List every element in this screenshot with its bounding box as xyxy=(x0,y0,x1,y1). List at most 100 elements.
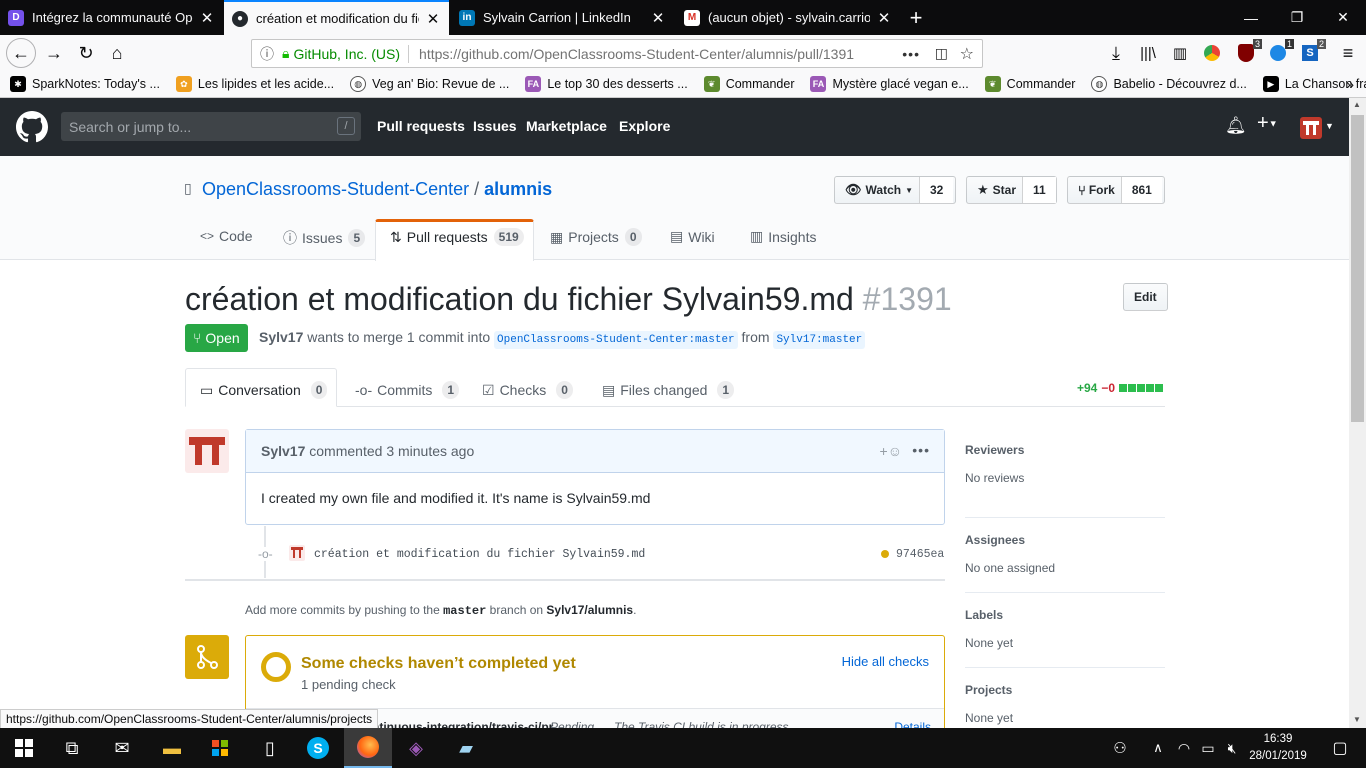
tab-issues[interactable]: ⓘ Issues 5 xyxy=(283,228,366,248)
bookmark-star-icon[interactable]: ☆ xyxy=(960,44,974,64)
nav-pull-requests[interactable]: Pull requests xyxy=(377,118,465,134)
bookmark-mystere[interactable]: FA Mystère glacé vegan e... xyxy=(810,76,969,92)
bookmark-sparknotes[interactable]: ✱ SparkNotes: Today's ... xyxy=(10,76,160,92)
ublock-icon[interactable]: 3 xyxy=(1232,39,1262,67)
bell-icon[interactable]: 🔔︎ xyxy=(1225,116,1247,136)
browser-tab-github-pr[interactable]: ● création et modification du fich ✕ xyxy=(224,0,449,35)
window-close-icon[interactable]: ✕ xyxy=(1320,0,1366,35)
scroll-up-icon[interactable]: ▲ xyxy=(1353,100,1361,109)
tab-code[interactable]: <> Code xyxy=(200,228,252,244)
notepad-icon[interactable]: ▰ xyxy=(442,728,490,768)
sidebar-heading[interactable]: Labels xyxy=(965,608,1165,622)
sidebar-labels[interactable]: Labels None yet xyxy=(965,593,1165,668)
tray-chevron-icon[interactable]: ∧ xyxy=(1146,728,1170,768)
tab-commits[interactable]: -o- Commits 1 xyxy=(355,381,460,399)
commit-sha[interactable]: 97465ea xyxy=(896,548,944,561)
more-options-icon[interactable]: ••• xyxy=(912,442,930,458)
reload-icon[interactable]: ↻ xyxy=(72,39,100,67)
extension-2-icon[interactable]: 1 xyxy=(1264,39,1294,67)
site-identity[interactable]: GitHub, Inc. (US) xyxy=(293,46,400,62)
bookmark-babelio[interactable]: ◍ Babelio - Découvrez d... xyxy=(1091,76,1247,92)
mail-icon[interactable]: ✉ xyxy=(98,728,146,768)
browser-tab-linkedin[interactable]: in Sylvain Carrion | LinkedIn ✕ xyxy=(451,0,674,35)
star-button[interactable]: ★ Star 11 xyxy=(966,176,1057,204)
forward-arrow-icon[interactable]: → xyxy=(40,39,68,67)
fork-count[interactable]: 861 xyxy=(1120,177,1162,203)
bookmark-lipides[interactable]: ✿ Les lipides et les acide... xyxy=(175,76,334,92)
tab-projects[interactable]: ▦ Projects 0 xyxy=(550,228,642,246)
store-icon[interactable] xyxy=(196,728,244,768)
edit-button[interactable]: Edit xyxy=(1123,283,1168,311)
restore-icon[interactable]: ❐ xyxy=(1274,0,1320,35)
tab-pull-requests[interactable]: ⇅ Pull requests 519 xyxy=(390,228,524,246)
scroll-thumb[interactable] xyxy=(1351,115,1364,422)
page-scrollbar[interactable]: ▲ ▼ xyxy=(1349,98,1366,728)
sidebar-icon[interactable]: ▥ xyxy=(1166,39,1194,67)
hint-repo-link[interactable]: Sylv17/alumnis xyxy=(546,603,633,617)
people-icon[interactable]: ⚇ xyxy=(1102,728,1138,768)
address-bar[interactable]: ⓘ 🔒︎ GitHub, Inc. (US) https://github.co… xyxy=(251,39,983,68)
bookmark-vegbio[interactable]: ◍ Veg an' Bio: Revue de ... xyxy=(350,76,509,92)
task-view-icon[interactable]: ⧉ xyxy=(48,728,96,768)
bookmarks-overflow-icon[interactable]: » xyxy=(1346,76,1354,92)
library-icon[interactable]: |||\ xyxy=(1134,39,1162,67)
windows-start-icon[interactable] xyxy=(0,728,48,768)
nav-issues[interactable]: Issues xyxy=(473,118,517,134)
browser-tab-openclassrooms[interactable]: D Intégrez la communauté Open ✕ xyxy=(0,0,223,35)
skype-icon[interactable]: S xyxy=(294,728,342,768)
download-icon[interactable]: ⤓ xyxy=(1102,39,1130,67)
sidebar-reviewers[interactable]: Reviewers No reviews xyxy=(965,443,1165,518)
scroll-down-icon[interactable]: ▼ xyxy=(1353,715,1361,724)
bookmark-commander-2[interactable]: ❦ Commander xyxy=(984,76,1075,92)
firefox-icon[interactable] xyxy=(344,728,392,768)
repo-name-link[interactable]: alumnis xyxy=(484,179,552,199)
new-tab-plus-icon[interactable]: + xyxy=(893,0,939,35)
pocket-icon[interactable]: ◫ xyxy=(935,45,948,62)
commit-avatar[interactable] xyxy=(289,545,305,561)
commit-message[interactable]: création et modification du fichier Sylv… xyxy=(314,548,645,561)
tab-insights[interactable]: ▥ Insights xyxy=(750,228,816,245)
hamburger-menu-icon[interactable]: ≡ xyxy=(1334,39,1362,67)
url-text[interactable]: https://github.com/OpenClassrooms-Studen… xyxy=(419,46,854,62)
avatar-caret-icon[interactable]: ▼ xyxy=(1325,121,1334,131)
sidebar-heading[interactable]: Reviewers xyxy=(965,443,1165,457)
info-icon[interactable]: ⓘ xyxy=(260,44,274,64)
wifi-icon[interactable]: ◠ xyxy=(1172,728,1196,768)
sidebar-projects[interactable]: Projects None yet xyxy=(965,668,1165,728)
comment-author[interactable]: Sylv17 xyxy=(261,443,305,459)
head-branch[interactable]: Sylv17:master xyxy=(773,331,866,349)
file-explorer-icon[interactable]: ▬ xyxy=(148,728,196,768)
pending-status-icon[interactable] xyxy=(881,550,889,558)
base-branch[interactable]: OpenClassrooms-Student-Center:master xyxy=(494,331,738,349)
extension-chrome-icon[interactable] xyxy=(1198,39,1226,67)
star-count[interactable]: 11 xyxy=(1022,177,1056,203)
nav-explore[interactable]: Explore xyxy=(619,118,670,134)
comment-avatar[interactable] xyxy=(185,429,229,473)
watch-button[interactable]: 👁︎ Watch ▼ 32 xyxy=(834,176,956,204)
tab-files-changed[interactable]: ▤ Files changed 1 xyxy=(602,381,735,399)
home-icon[interactable]: ⌂ xyxy=(103,39,131,67)
app-launcher-icon[interactable]: ◈ xyxy=(392,728,440,768)
nav-marketplace[interactable]: Marketplace xyxy=(526,118,607,134)
watch-count[interactable]: 32 xyxy=(919,177,954,203)
github-logo-icon[interactable] xyxy=(16,111,48,143)
sidebar-heading[interactable]: Assignees xyxy=(965,533,1165,547)
close-tab-icon[interactable]: ✕ xyxy=(425,10,441,28)
close-tab-icon[interactable]: ✕ xyxy=(650,9,666,27)
add-reaction-icon[interactable]: +☺ xyxy=(880,443,902,459)
sidebar-assignees[interactable]: Assignees No one assigned xyxy=(965,518,1165,593)
create-new-plus-icon[interactable]: +▼ xyxy=(1257,112,1278,135)
volume-muted-icon[interactable]: 🔇︎ xyxy=(1220,728,1244,768)
repo-owner-link[interactable]: OpenClassrooms-Student-Center xyxy=(202,179,469,199)
system-clock[interactable]: 16:39 28/01/2019 xyxy=(1244,731,1312,765)
notifications-icon[interactable]: ▢ xyxy=(1316,728,1364,768)
author-link[interactable]: Sylv17 xyxy=(259,329,303,345)
back-arrow-icon[interactable]: ← xyxy=(6,38,36,68)
user-avatar[interactable] xyxy=(1300,117,1322,139)
extension-3-icon[interactable]: S2 xyxy=(1296,39,1326,67)
close-tab-icon[interactable]: ✕ xyxy=(199,9,215,27)
tab-checks[interactable]: ☑ Checks 0 xyxy=(482,381,573,399)
minimize-icon[interactable]: — xyxy=(1228,0,1274,35)
close-tab-icon[interactable]: ✕ xyxy=(876,9,892,27)
sidebar-heading[interactable]: Projects xyxy=(965,683,1165,697)
